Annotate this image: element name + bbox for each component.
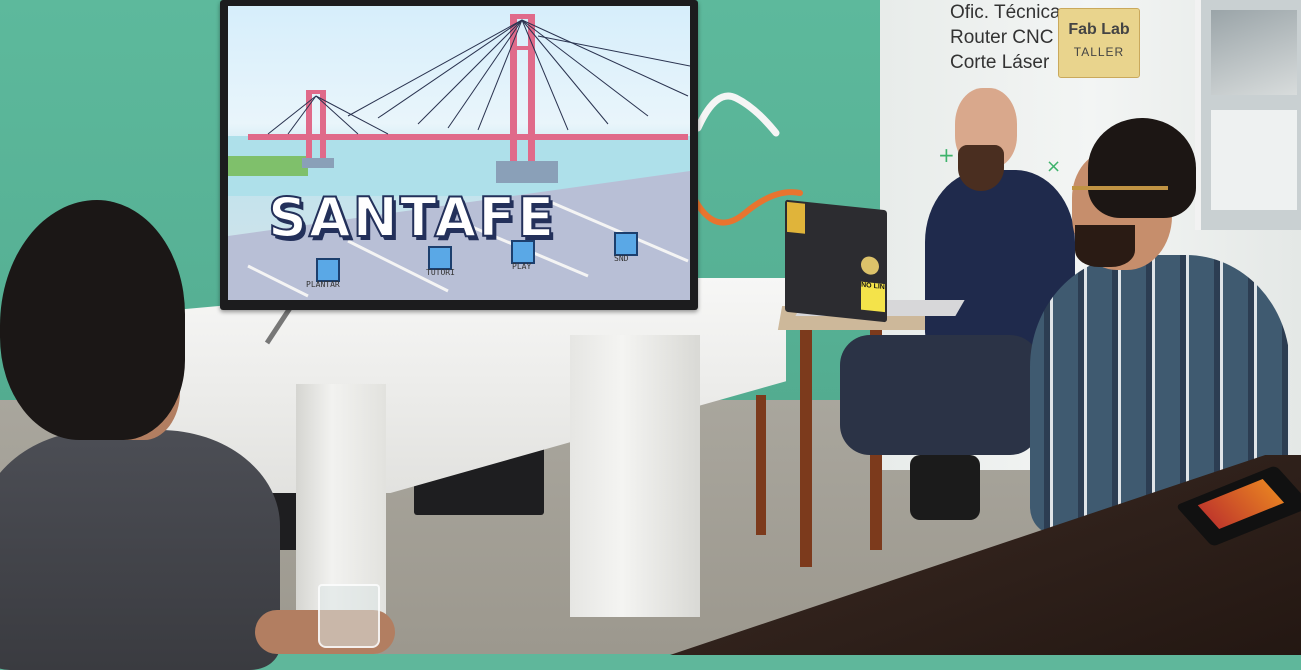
pedestal-leg-right — [570, 335, 700, 617]
laptop-sticker-2: NO LIN — [861, 281, 885, 313]
sneaker — [910, 455, 980, 520]
laptop-sticker-3 — [861, 255, 879, 276]
svg-text:×: × — [1046, 156, 1061, 177]
laptop[interactable]: NO LIN — [785, 199, 887, 323]
person-foreground-hair — [0, 200, 185, 440]
menu-label-4: SND — [614, 254, 629, 263]
svg-text:+: + — [938, 143, 955, 167]
menu-label-3: PLAY — [512, 262, 532, 271]
menu-label-2: TUTORI — [426, 268, 455, 277]
badge-subtitle: TALLER — [1073, 45, 1125, 59]
laptop-sticker-1 — [787, 201, 805, 234]
fab-lab-badge: Fab Lab TALLER — [1058, 8, 1140, 78]
sign-line-1: Ofic. Técnica — [950, 2, 1061, 23]
person-foreground-sweater — [0, 430, 280, 670]
game-screen: SANTAFE PLANTAR TUTORI PLAY SND — [228, 6, 690, 300]
television: SANTAFE PLANTAR TUTORI PLAY SND — [220, 0, 698, 310]
person-glasses-hair — [1088, 118, 1196, 218]
person-seated-beard — [958, 145, 1004, 191]
help-icon[interactable] — [428, 246, 452, 270]
sign-line-3: Corte Láser — [950, 52, 1050, 73]
badge-title: Fab Lab — [1068, 21, 1130, 38]
desk-leg-back — [756, 395, 766, 535]
sound-icon[interactable] — [614, 232, 638, 256]
fullscreen-icon[interactable] — [316, 258, 340, 282]
water-glass — [318, 584, 380, 648]
wall-sign: Ofic. Técnica Router CNC Corte Láser — [950, 0, 1061, 75]
glasses — [1072, 186, 1168, 200]
play-icon[interactable] — [511, 240, 535, 264]
menu-label-1: PLANTAR — [306, 280, 340, 289]
person-seated-jeans — [840, 335, 1040, 455]
tv-foot-left — [264, 305, 295, 345]
desk-leg-front-left — [800, 325, 812, 567]
person-glasses-beard — [1075, 225, 1135, 267]
white-squiggle-decoration — [696, 92, 780, 137]
sign-line-2: Router CNC — [950, 27, 1054, 48]
